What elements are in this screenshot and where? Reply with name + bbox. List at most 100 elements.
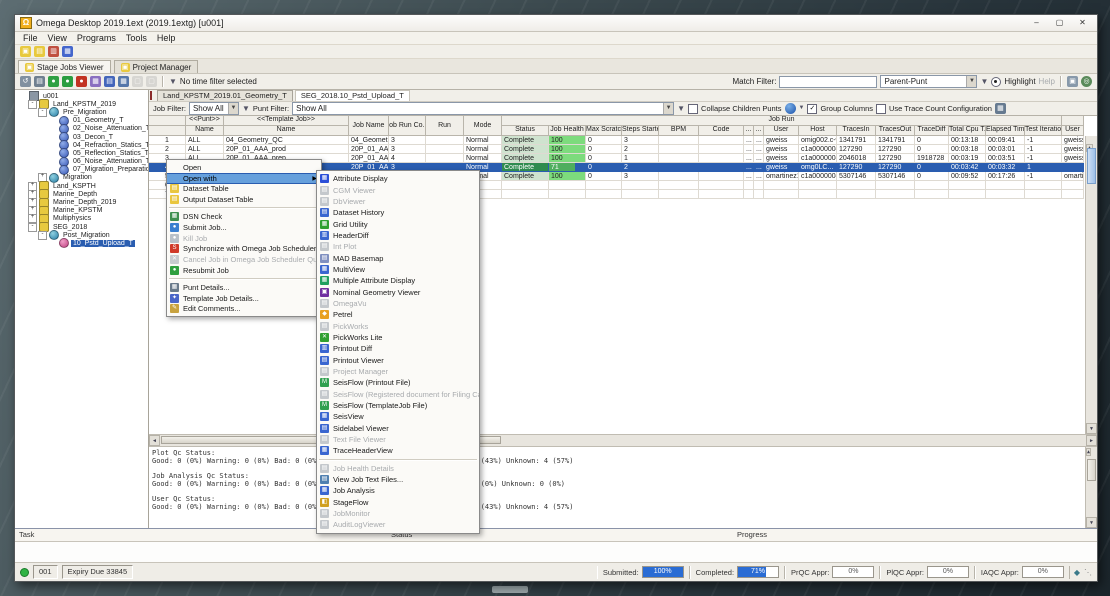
open-with-traceheaderview[interactable]: ▦TraceHeaderView [317,445,479,456]
scroll-up-arrow[interactable]: ▲ [1086,448,1091,456]
tree-item-07-migration-preparation-t[interactable]: 07_Migration_Preparation_T [15,166,148,174]
tree-item-10-pstd-upload-t[interactable]: 10_Pstd_Upload_T [15,239,148,247]
open-with-sidelabel-viewer[interactable]: ▤Sidelabel Viewer [317,423,479,434]
highlight-radio[interactable] [991,77,1001,87]
column-header-tracediff[interactable]: TraceDiff [915,126,949,136]
open-with-multiview[interactable]: ▦MultiView [317,264,479,275]
column-header-job-run-co[interactable]: Job Run Co... [389,116,426,136]
collapse-icon[interactable]: - [28,223,37,232]
collapse-icon[interactable]: - [28,100,37,109]
maximize-button[interactable]: ▢ [1050,17,1069,29]
open-with-seisflow-printout-file[interactable]: MSeisFlow (Printout File) [317,377,479,388]
trace-count-checkbox[interactable] [876,104,886,114]
column-header-run[interactable]: Run [426,116,464,136]
tree-item-06-noise-attenuation-t[interactable]: 06_Noise_Attenuation_T [15,158,148,166]
tree-item-03-decon-t[interactable]: 03_Decon_T [15,133,148,141]
kill-job-icon[interactable]: ● [76,76,87,87]
column-header-code[interactable]: Code [699,126,744,136]
time-filter-funnel-icon[interactable]: ▼ [169,76,177,87]
column-header-steps-started[interactable]: Steps Started [622,126,659,136]
help-circle-icon[interactable]: ◎ [1081,76,1092,87]
tree-item-pre-migration[interactable]: -Pre_Migration [15,108,148,116]
context-menu-template-job-details[interactable]: ✦Template Job Details... [167,293,321,304]
table-row-2[interactable]: 2ALL20P_01_AAA_prod20P_01_AAA...3NormalC… [149,145,1084,154]
tree-item-02-noise-attenuation-t[interactable]: 02_Noise_Attenuation_T [15,125,148,133]
open-with-grid-utility[interactable]: ▦Grid Utility [317,218,479,229]
vertical-scrollbar[interactable]: ▲▼ [1085,136,1097,434]
open-with-petrel[interactable]: ◆Petrel [317,309,479,320]
open-with-stageflow[interactable]: ◧StageFlow [317,497,479,508]
column-header-item[interactable]: ... [744,126,754,136]
context-menu-edit-comments[interactable]: ✎Edit Comments... [167,304,321,315]
open-with-dataset-history[interactable]: ▤Dataset History [317,207,479,218]
column-group-job-run[interactable]: Job Run [502,116,1062,126]
column-header-max-scratch[interactable]: Max Scratch... [586,126,622,136]
view-tab-stage-jobs-viewer[interactable]: ▣Stage Jobs Viewer [18,60,111,73]
collapse-icon[interactable]: - [38,231,47,240]
punt-filter-dropdown[interactable]: Show All ▼ [292,102,674,115]
column-group-item[interactable] [149,116,186,126]
grid-icon[interactable]: ▦ [62,46,73,57]
column-header-host[interactable]: Host [799,126,837,136]
column-header-tracesout[interactable]: TracesOut [876,126,915,136]
column-header-item[interactable] [149,126,186,136]
view-tab-project-manager[interactable]: ▣Project Manager [114,60,199,73]
refresh-icon[interactable]: ↺ [20,76,31,87]
context-menu-resubmit-job[interactable]: ●Resubmit Job [167,265,321,276]
dataset-table-icon[interactable]: ▦ [90,76,101,87]
column-header-user[interactable]: User [1062,126,1084,136]
stage-tab-land-kpstm-2019-01-geometry-t[interactable]: Land_KPSTM_2019.01_Geometry_T [157,90,293,101]
column-header-item[interactable]: ... [754,126,764,136]
column-header-user[interactable]: User [764,126,799,136]
column-group-item[interactable] [1062,116,1084,126]
minimize-button[interactable]: – [1027,17,1046,29]
table-row-1[interactable]: 1ALL04_Geometry_QC04_Geometr...3NormalCo… [149,136,1084,145]
open-with-nominal-geometry-viewer[interactable]: ▣Nominal Geometry Viewer [317,286,479,297]
column-header-job-health[interactable]: Job Health [549,126,586,136]
collapse-icon[interactable]: - [38,108,47,117]
tree-item-04-refraction-statics-t[interactable]: 04_Refraction_Statics_T [15,141,148,149]
tree-item-land-kpstm-2019[interactable]: -Land_KPSTM_2019 [15,100,148,108]
details-grid-icon[interactable]: ▦ [118,76,129,87]
qc-vertical-scrollbar[interactable]: ▲ ▼ [1085,447,1097,528]
submit-job-icon[interactable]: ● [48,76,59,87]
match-filter-input[interactable] [779,76,877,88]
tree-item-seg-2018[interactable]: -SEG_2018 [15,223,148,231]
open-with-view-job-text-files[interactable]: ▤View Job Text Files... [317,474,479,485]
context-menu-dsn-check[interactable]: ▦DSN Check [167,211,321,222]
column-header-test-iteration[interactable]: Test Iteration [1025,126,1062,136]
context-menu-synchronize-with-omega-job-scheduler[interactable]: SSynchronize with Omega Job Scheduler [167,244,321,255]
project-manager-icon[interactable]: ▤ [34,46,45,57]
close-button[interactable]: ✕ [1073,17,1092,29]
column-header-elapsed-time[interactable]: Elapsed Time [986,126,1025,136]
scroll-down-arrow[interactable]: ▼ [1086,423,1097,434]
resubmit-job-icon[interactable]: ● [62,76,73,87]
open-with-attribute-display[interactable]: ▦Attribute Display [317,173,479,184]
match-filter-funnel-icon[interactable]: ▼ [980,76,988,87]
job-filter-funnel-icon[interactable]: ▼ [242,103,250,114]
column-header-bpm[interactable]: BPM [659,126,699,136]
qc-scroll-thumb[interactable] [1087,459,1096,481]
tree-item-post-migration[interactable]: -Post_Migration [15,231,148,239]
menubar-tools[interactable]: Tools [121,33,152,43]
open-with-headerdiff[interactable]: ▥HeaderDiff [317,230,479,241]
column-header-name[interactable]: Name [186,126,224,136]
open-with-printout-diff[interactable]: ▥Printout Diff [317,343,479,354]
resize-grip-icon[interactable]: ⋱ [1084,568,1092,577]
menubar-file[interactable]: File [18,33,43,43]
context-menu-punt-details[interactable]: ▦Punt Details... [167,282,321,293]
punt-filter-funnel-icon[interactable]: ▼ [677,103,685,114]
tree-item-01-geometry-t[interactable]: 01_Geometry_T [15,117,148,125]
job-filter-dropdown[interactable]: Show All ▼ [189,102,239,115]
open-with-seisflow-templatejob-file[interactable]: MSeisFlow (TemplateJob File) [317,400,479,411]
open-with-printout-viewer[interactable]: ▤Printout Viewer [317,355,479,366]
tree-item-05-reflection-statics-t[interactable]: 05_Reflection_Statics_T [15,149,148,157]
column-header-status[interactable]: Status [502,126,549,136]
menubar-programs[interactable]: Programs [72,33,121,43]
collapse-children-checkbox[interactable] [688,104,698,114]
globe-icon[interactable] [785,103,796,114]
menubar-help[interactable]: Help [152,33,181,43]
column-header-mode[interactable]: Mode [464,116,502,136]
context-menu-submit-job[interactable]: ●Submit Job... [167,222,321,233]
context-menu-dataset-table[interactable]: ▤Dataset Table [167,184,321,195]
